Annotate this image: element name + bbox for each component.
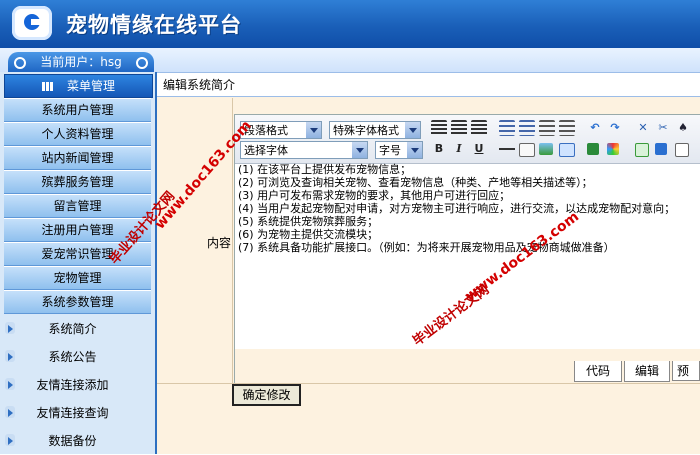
content-line: (5) 系统提供宠物殡葬服务； (238, 215, 379, 228)
menu-header-label: 菜单管理 (66, 79, 115, 93)
flash-icon[interactable] (587, 143, 599, 155)
menu-item-profile[interactable]: 个人资料管理 (4, 122, 151, 146)
page-icon[interactable] (675, 143, 689, 157)
indent-icon[interactable] (559, 120, 575, 136)
font-size-select[interactable]: 字号 (375, 141, 423, 159)
align-right-icon[interactable] (471, 120, 487, 136)
content-line: (2) 可浏览及查询相关宠物、查看宠物信息（种类、产地等相关描述等）； (238, 176, 593, 189)
media-icon[interactable] (559, 143, 575, 157)
sidebar-sub-item[interactable]: 友情连接添加 (0, 371, 155, 399)
sub-item-label: 友情连接查询 (36, 406, 109, 420)
app-title: 宠物情缘在线平台 (66, 12, 242, 37)
content-line: (4) 当用户发起宠物配对申请，对方宠物主可进行响应，进行交流，以达成宠物配对意… (238, 202, 676, 215)
page-title: 编辑系统简介 (157, 74, 700, 97)
special-char-icon[interactable] (635, 143, 649, 157)
sub-item-label: 系统简介 (48, 322, 97, 336)
chevron-down-icon (407, 142, 422, 158)
confirm-edit-button[interactable]: 确定修改 (232, 384, 301, 406)
menu-item-news[interactable]: 站内新闻管理 (4, 146, 151, 170)
menu-grid-icon (41, 82, 53, 91)
tab-edit[interactable]: 编辑 (624, 361, 670, 382)
bullet-list-icon[interactable] (519, 120, 535, 136)
chevron-down-icon (306, 122, 321, 138)
content-line: (1) 在该平台上提供发布宠物信息； (238, 163, 412, 176)
sidebar-sub-item[interactable]: 友情连接查询 (0, 399, 155, 427)
special-format-select[interactable]: 特殊字体格式 (329, 121, 421, 139)
content-field-label: 内容 (206, 236, 231, 250)
undo-icon[interactable]: ↶ (587, 120, 603, 136)
sidebar-sub-item[interactable]: 系统简介 (0, 315, 155, 343)
underline-icon[interactable]: U (471, 141, 487, 157)
tab-preview[interactable]: 预览 (672, 361, 700, 381)
content-line: (6) 为宠物主提供交流模块； (238, 228, 379, 241)
bold-icon[interactable]: B (431, 141, 447, 157)
font-size-value: 字号 (379, 144, 401, 157)
content-line: (3) 用户可发布需求宠物的要求，其他用户可进行回应； (238, 189, 511, 202)
delete-icon[interactable]: ✕ (635, 120, 651, 136)
sub-item-label: 数据备份 (48, 434, 97, 448)
menu-item-funeral[interactable]: 殡葬服务管理 (4, 170, 151, 194)
align-center-icon[interactable] (451, 120, 467, 136)
menu-header[interactable]: 菜单管理 (4, 74, 153, 98)
sidebar: 菜单管理 系统用户管理 个人资料管理 站内新闻管理 殡葬服务管理 留言管理 注册… (0, 72, 157, 454)
cut-icon[interactable]: ✂ (655, 120, 671, 136)
app-logo-icon (12, 6, 52, 40)
menu-item-pets[interactable]: 宠物管理 (4, 266, 151, 290)
sub-item-label: 友情连接添加 (36, 378, 109, 392)
find-icon[interactable]: ♠ (675, 120, 691, 136)
font-family-value: 选择字体 (244, 144, 288, 157)
special-format-value: 特殊字体格式 (333, 124, 399, 137)
link-icon[interactable] (655, 143, 667, 155)
horizontal-rule-icon[interactable] (499, 141, 515, 157)
align-left-icon[interactable] (431, 120, 447, 136)
ring-icon (136, 57, 148, 69)
image-icon[interactable] (539, 143, 553, 155)
outdent-icon[interactable] (539, 120, 555, 136)
sidebar-sub-item[interactable]: 数据备份 (0, 427, 155, 455)
redo-icon[interactable]: ↷ (607, 120, 623, 136)
numbered-list-icon[interactable] (499, 120, 515, 136)
current-user-label: 当前用户：hsg (40, 55, 122, 69)
editor-toolbar: 段落格式 特殊字体格式 选择字体 字号 ↶ ↷ ✕ ✂ ♠ B I U (235, 115, 700, 164)
color-icon[interactable] (607, 143, 619, 155)
chevron-down-icon (405, 122, 420, 138)
chevron-down-icon (352, 142, 367, 158)
ring-icon (14, 57, 26, 69)
content-line: (7) 系统具备功能扩展接口。（例如：为将来开展宠物用品及宠物商城做准备） (238, 241, 615, 254)
table-icon[interactable] (519, 143, 535, 157)
rich-text-editor: 段落格式 特殊字体格式 选择字体 字号 ↶ ↷ ✕ ✂ ♠ B I U (1) … (234, 114, 700, 384)
sidebar-sub-item[interactable]: 系统公告 (0, 343, 155, 371)
current-user-tab: 当前用户：hsg (8, 52, 154, 72)
menu-item-system-params[interactable]: 系统参数管理 (4, 290, 151, 314)
editor-content[interactable]: (1) 在该平台上提供发布宠物信息； (2) 可浏览及查询相关宠物、查看宠物信息… (235, 163, 700, 349)
font-family-select[interactable]: 选择字体 (240, 141, 368, 159)
app-header: 宠物情缘在线平台 (0, 0, 700, 48)
italic-icon[interactable]: I (451, 141, 467, 157)
menu-item-system-users[interactable]: 系统用户管理 (4, 98, 151, 122)
sub-item-label: 系统公告 (48, 350, 97, 364)
tab-code[interactable]: 代码 (574, 361, 622, 382)
menu-item-messages[interactable]: 留言管理 (4, 194, 151, 218)
